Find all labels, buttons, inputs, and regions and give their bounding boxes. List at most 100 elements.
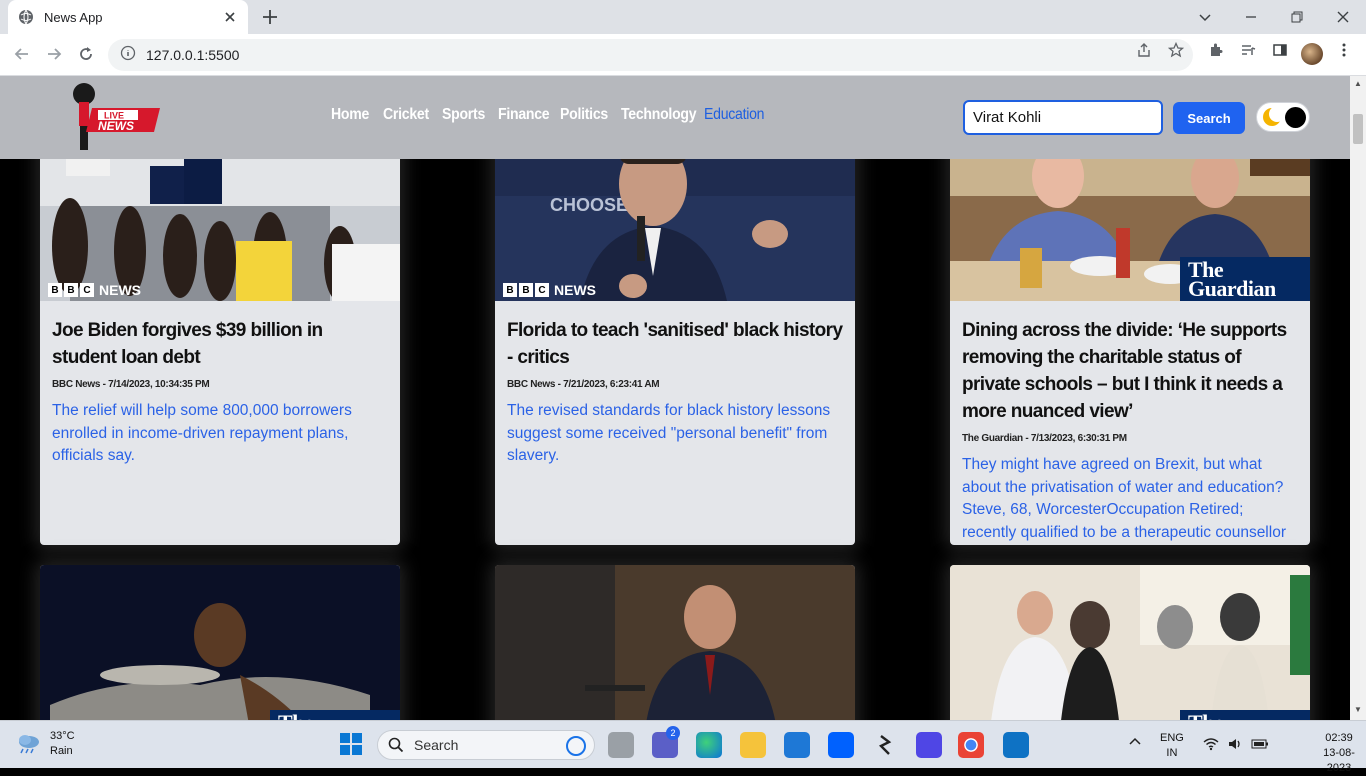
url-text: 127.0.0.1:5500 <box>146 47 240 63</box>
news-card[interactable]: B B C NEWS Joe Biden forgives $39 billion i… <box>40 136 400 545</box>
search-input-value: Virat Kohli <box>973 109 1042 126</box>
news-card[interactable]: The... <box>950 565 1310 720</box>
news-image <box>495 565 855 720</box>
search-icon <box>388 737 404 753</box>
tab-title: News App <box>44 9 103 25</box>
sublime-icon[interactable] <box>872 732 898 758</box>
share-icon[interactable] <box>1134 40 1154 60</box>
news-title[interactable]: Joe Biden forgives $39 billion in studen… <box>52 317 388 371</box>
news-card[interactable]: CHOOSE WE B B C NEWS Florida to teach 'sani… <box>495 136 855 545</box>
news-meta: The Guardian - 7/13/2023, 6:30:31 PM <box>962 433 1127 444</box>
browser-toolbar: 127.0.0.1:5500 <box>0 34 1366 76</box>
weather-temperature: 33°C <box>50 730 75 742</box>
dark-mode-toggle[interactable] <box>1256 102 1310 132</box>
globe-icon <box>18 9 34 25</box>
minimize-icon[interactable] <box>1240 6 1262 28</box>
nav-cricket[interactable]: Cricket <box>383 106 429 124</box>
news-card[interactable]: The Guardian Dining across the divide: ‘H… <box>950 136 1310 545</box>
news-description: They might have agreed on Brexit, but wh… <box>962 456 1286 541</box>
search-button[interactable]: Search <box>1173 102 1245 134</box>
nav-education[interactable]: Education <box>704 106 765 124</box>
toggle-knob <box>1285 107 1306 128</box>
mail-icon[interactable] <box>784 732 810 758</box>
nav-finance[interactable]: Finance <box>498 106 550 124</box>
news-image: The Guardian <box>950 136 1310 301</box>
bookmark-star-icon[interactable] <box>1166 40 1186 60</box>
tab-search-chevron-icon[interactable] <box>1194 6 1216 28</box>
nav-links: Home Cricket Sports Finance Politics Tec… <box>331 106 781 124</box>
bing-icon[interactable] <box>566 736 586 756</box>
wifi-icon[interactable] <box>1203 737 1219 756</box>
bbc-news-logo: B B C NEWS <box>48 282 141 298</box>
teams-notification-badge: 2 <box>666 726 680 740</box>
news-meta: BBC News - 7/14/2023, 10:34:35 PM <box>52 379 210 390</box>
live-news-logo[interactable]: LIVE NEWS <box>68 80 163 152</box>
file-explorer-icon[interactable] <box>740 732 766 758</box>
new-tab-plus-icon[interactable] <box>260 7 280 27</box>
media-queue-icon[interactable] <box>1238 40 1258 60</box>
edge-browser-icon[interactable] <box>696 732 722 758</box>
news-description: The relief will help some 800,000 borrow… <box>52 402 352 464</box>
news-image: B B C NEWS <box>40 136 400 301</box>
app-hexagon-icon[interactable] <box>916 732 942 758</box>
weather-widget[interactable]: 33°C Rain <box>16 729 75 759</box>
kebab-menu-icon[interactable] <box>1334 40 1354 60</box>
rain-cloud-icon <box>19 735 39 754</box>
nav-politics[interactable]: Politics <box>560 106 608 124</box>
browser-titlebar: News App <box>0 0 1366 34</box>
forward-arrow-icon[interactable] <box>44 44 64 64</box>
nav-home[interactable]: Home <box>331 106 369 124</box>
guardian-logo: The Guardian <box>1180 257 1310 301</box>
task-view-icon[interactable] <box>608 732 634 758</box>
news-card[interactable] <box>495 565 855 720</box>
nav-sports[interactable]: Sports <box>442 106 485 124</box>
vscode-icon[interactable] <box>1003 732 1029 758</box>
address-bar[interactable]: 127.0.0.1:5500 <box>108 39 1193 71</box>
news-image: CHOOSE WE B B C NEWS <box>495 136 855 301</box>
svg-text:NEWS: NEWS <box>98 119 134 133</box>
chevron-up-icon[interactable] <box>1128 736 1142 751</box>
clock-date: 13-08-2023 <box>1323 747 1355 774</box>
scroll-down-arrow-icon[interactable]: ▼ <box>1354 706 1362 714</box>
guardian-logo: The... <box>1180 710 1310 720</box>
news-description: The revised standards for black history … <box>507 402 831 464</box>
clock-time: 02:39 <box>1325 732 1353 744</box>
profile-avatar[interactable] <box>1301 43 1323 65</box>
dropbox-icon[interactable] <box>828 732 854 758</box>
news-image: The... <box>950 565 1310 720</box>
language-code: ENG <box>1160 732 1184 744</box>
language-indicator[interactable]: ENG IN <box>1160 731 1184 761</box>
close-tab-icon[interactable] <box>222 9 238 25</box>
clock[interactable]: 02:39 13-08-2023 <box>1312 731 1366 776</box>
weather-condition: Rain <box>50 745 73 757</box>
chrome-icon[interactable] <box>958 732 984 758</box>
extensions-puzzle-icon[interactable] <box>1206 40 1226 60</box>
browser-tab[interactable]: News App <box>8 0 248 34</box>
side-panel-icon[interactable] <box>1270 40 1290 60</box>
guardian-logo: The... <box>270 710 400 720</box>
taskbar-search-placeholder: Search <box>414 737 459 753</box>
news-title[interactable]: Dining across the divide: ‘He supports r… <box>962 317 1298 425</box>
volume-icon[interactable] <box>1227 737 1243 756</box>
battery-icon[interactable] <box>1251 737 1269 756</box>
restore-icon[interactable] <box>1286 6 1308 28</box>
scroll-up-arrow-icon[interactable]: ▲ <box>1354 80 1362 88</box>
teams-chat-icon[interactable]: 2 <box>652 726 680 758</box>
page-viewport: B B C NEWS Joe Biden forgives $39 billion i… <box>0 76 1350 720</box>
nav-technology[interactable]: Technology <box>621 106 697 124</box>
news-image: The... <box>40 565 400 720</box>
page-scrollbar[interactable]: ▲ ▼ <box>1350 76 1366 720</box>
back-arrow-icon[interactable] <box>12 44 32 64</box>
windows-start-icon[interactable] <box>340 733 362 755</box>
news-card[interactable]: The... <box>40 565 400 720</box>
windows-taskbar: 33°C Rain Search 2 ENG IN 02:39 13-08-20… <box>0 720 1366 774</box>
bbc-news-logo: B B C NEWS <box>503 282 596 298</box>
news-search-input[interactable]: Virat Kohli <box>963 100 1163 135</box>
site-info-icon[interactable] <box>120 45 136 66</box>
taskbar-search[interactable]: Search <box>377 730 595 760</box>
close-window-icon[interactable] <box>1332 6 1354 28</box>
reload-icon[interactable] <box>76 44 96 64</box>
moon-icon <box>1263 106 1285 126</box>
news-title[interactable]: Florida to teach 'sanitised' black histo… <box>507 317 843 371</box>
scrollbar-thumb[interactable] <box>1353 114 1363 144</box>
